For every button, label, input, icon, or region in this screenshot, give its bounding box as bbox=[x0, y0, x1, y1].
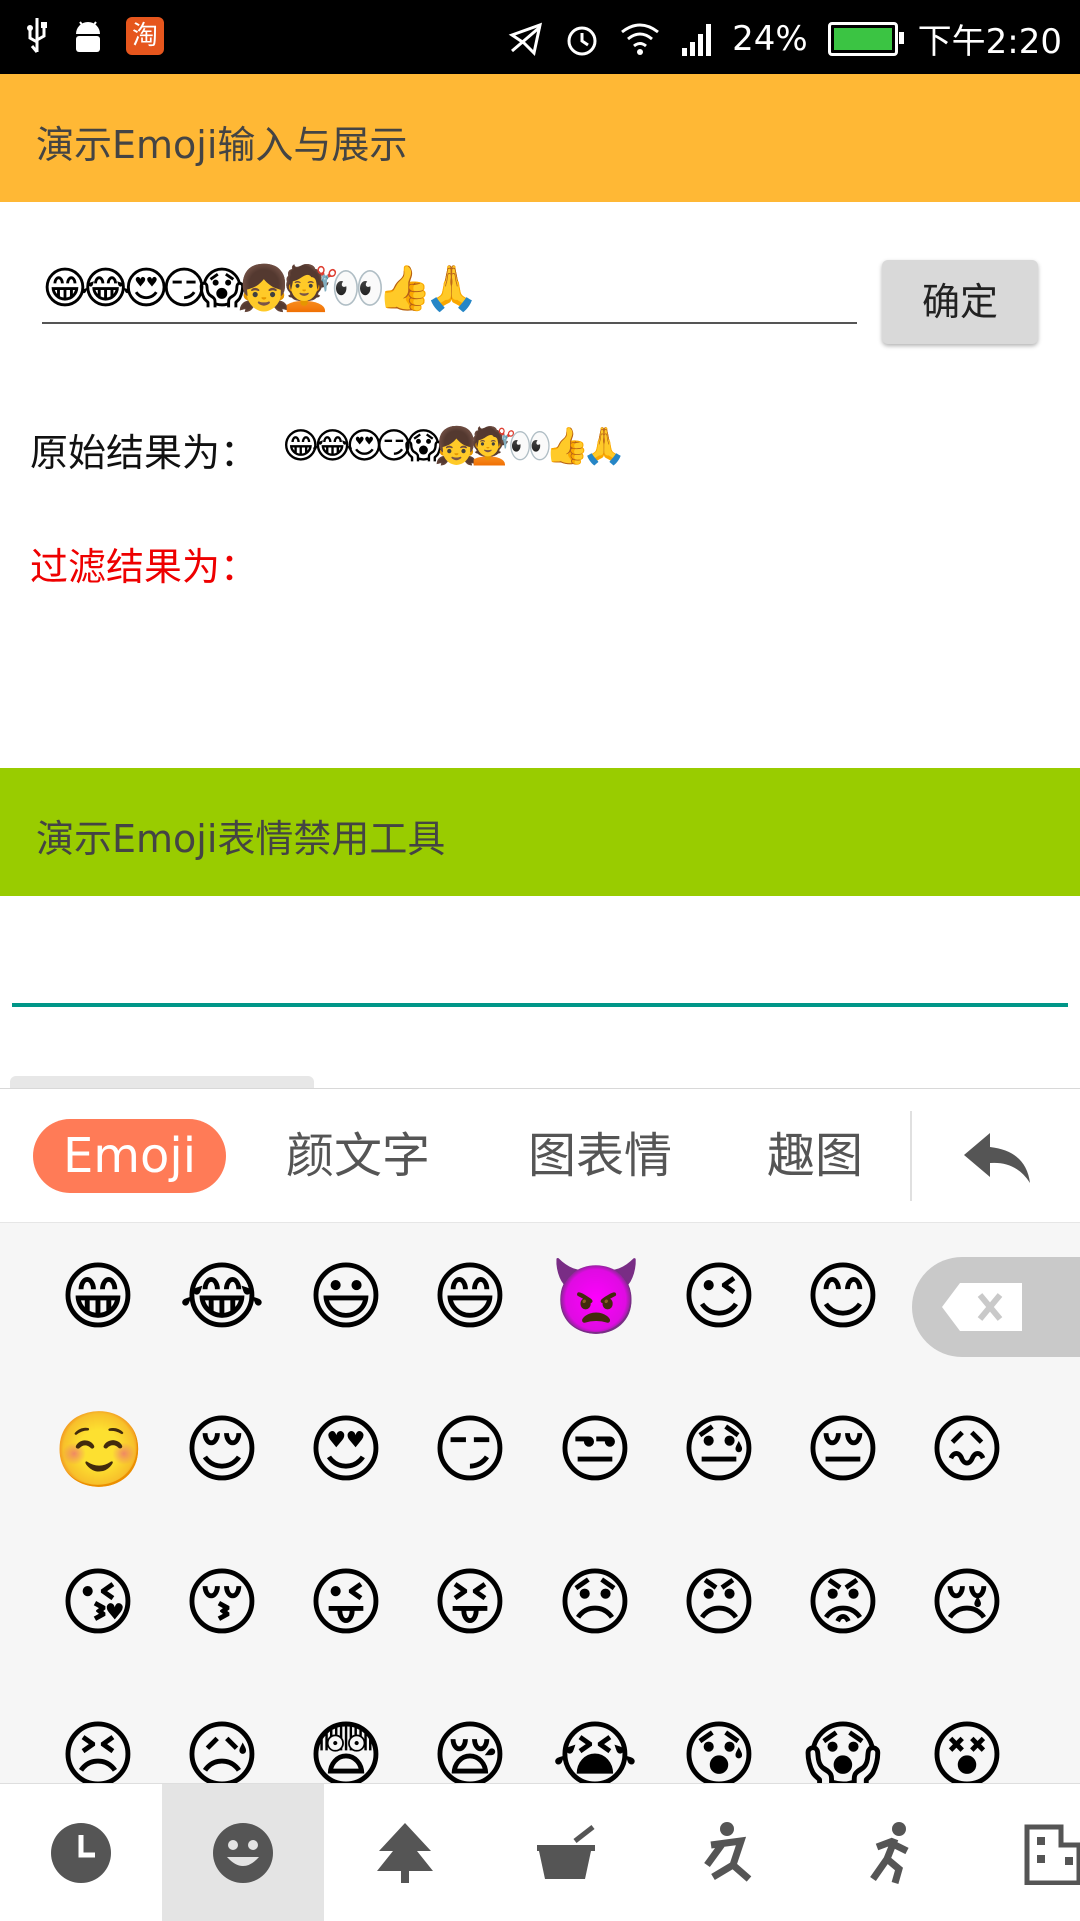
emoji-key[interactable]: 😉 bbox=[674, 1252, 764, 1342]
status-bar: 淘 24% 下午2:20 bbox=[0, 0, 1080, 74]
status-time: 下午2:20 bbox=[917, 22, 1062, 62]
confirm-button[interactable]: 确定 bbox=[882, 260, 1038, 344]
battery-icon bbox=[827, 21, 904, 56]
running-icon bbox=[870, 1821, 909, 1884]
clock-icon bbox=[51, 1822, 111, 1883]
category-places[interactable] bbox=[972, 1784, 1080, 1921]
emoji-input-field[interactable]: 😁😂😍😏😱👧💇👀👍🙏 bbox=[42, 262, 857, 324]
emoji-key[interactable]: 😞 bbox=[550, 1558, 640, 1648]
wifi-icon bbox=[621, 23, 659, 55]
emoji-category-bar bbox=[0, 1783, 1080, 1921]
emoji-key[interactable]: 😒 bbox=[550, 1405, 640, 1495]
emoji-key[interactable]: 😢 bbox=[922, 1558, 1012, 1648]
emoji-key[interactable]: ☺️ bbox=[53, 1405, 145, 1495]
emoji-key[interactable]: 😄 bbox=[425, 1252, 515, 1342]
category-nature[interactable] bbox=[324, 1784, 486, 1921]
emoji-key[interactable]: 😖 bbox=[922, 1405, 1012, 1495]
tab-kaomoji[interactable]: 颜文字 bbox=[268, 1119, 448, 1193]
emoji-key[interactable]: 😠 bbox=[674, 1558, 764, 1648]
usb-icon bbox=[27, 18, 47, 53]
status-left-icons: 淘 bbox=[24, 16, 164, 56]
emoji-key[interactable]: 😍 bbox=[301, 1405, 391, 1495]
emoji-key[interactable]: 😜 bbox=[301, 1558, 391, 1648]
mute-icon bbox=[508, 22, 543, 56]
raw-result-label: 原始结果为： bbox=[30, 431, 259, 475]
keyboard-tabs: Emoji 颜文字 图表情 趣图 bbox=[0, 1089, 1080, 1223]
emoji-key[interactable]: 😘 bbox=[53, 1558, 143, 1648]
category-travel[interactable] bbox=[810, 1784, 972, 1921]
emoji-key[interactable]: 😝 bbox=[425, 1558, 515, 1648]
emoji-key[interactable]: 😂 bbox=[177, 1252, 267, 1342]
emoji-key[interactable]: 😡 bbox=[798, 1558, 888, 1648]
taobao-icon: 淘 bbox=[126, 17, 164, 55]
header-title: 演示Emoji表情禁用工具 bbox=[36, 817, 446, 861]
raw-result-value: 😁😂😍😏😱👧💇👀👍🙏 bbox=[282, 426, 626, 467]
smiley-icon bbox=[213, 1822, 273, 1883]
backspace-button[interactable] bbox=[912, 1257, 1080, 1357]
building-icon bbox=[1024, 1824, 1080, 1885]
back-arrow-icon[interactable] bbox=[960, 1129, 1034, 1185]
partial-button[interactable] bbox=[10, 1076, 314, 1088]
emoji-key[interactable]: 😊 bbox=[798, 1252, 888, 1342]
emoji-key[interactable]: 😃 bbox=[301, 1252, 391, 1342]
header-title: 演示Emoji输入与展示 bbox=[36, 123, 408, 167]
tab-sticker[interactable]: 图表情 bbox=[510, 1119, 690, 1193]
backspace-icon bbox=[942, 1283, 1022, 1331]
battery-percent: 24% bbox=[732, 18, 808, 59]
category-activity[interactable] bbox=[648, 1784, 810, 1921]
status-right-icons: 24% 下午2:20 bbox=[508, 14, 1062, 63]
android-icon bbox=[76, 21, 100, 52]
tree-icon bbox=[377, 1822, 433, 1883]
emoji-key[interactable]: 😔 bbox=[798, 1405, 888, 1495]
header-emoji-disable: 演示Emoji表情禁用工具 bbox=[0, 768, 1080, 896]
activity-icon bbox=[704, 1821, 752, 1882]
tab-fun-image[interactable]: 趣图 bbox=[740, 1119, 890, 1193]
category-food[interactable] bbox=[486, 1784, 648, 1921]
filter-result-label: 过滤结果为： bbox=[30, 545, 259, 589]
tab-emoji[interactable]: Emoji bbox=[33, 1119, 226, 1193]
disabled-emoji-input-field[interactable] bbox=[12, 930, 1068, 1008]
emoji-key[interactable]: 😚 bbox=[177, 1558, 267, 1648]
emoji-key[interactable]: 😁 bbox=[53, 1252, 143, 1342]
header-emoji-input: 演示Emoji输入与展示 bbox=[0, 74, 1080, 202]
emoji-key[interactable]: 😓 bbox=[674, 1405, 764, 1495]
emoji-key[interactable]: 😌 bbox=[177, 1405, 267, 1495]
emoji-key[interactable]: 😏 bbox=[425, 1405, 515, 1495]
alarm-icon bbox=[567, 26, 597, 55]
signal-icon bbox=[682, 23, 712, 56]
coffee-icon bbox=[537, 1824, 595, 1879]
category-recent[interactable] bbox=[0, 1784, 162, 1921]
tab-divider bbox=[910, 1111, 912, 1201]
category-smileys[interactable] bbox=[162, 1784, 324, 1921]
emoji-key[interactable]: 👿 bbox=[550, 1252, 642, 1342]
input-underline bbox=[12, 1003, 1068, 1007]
